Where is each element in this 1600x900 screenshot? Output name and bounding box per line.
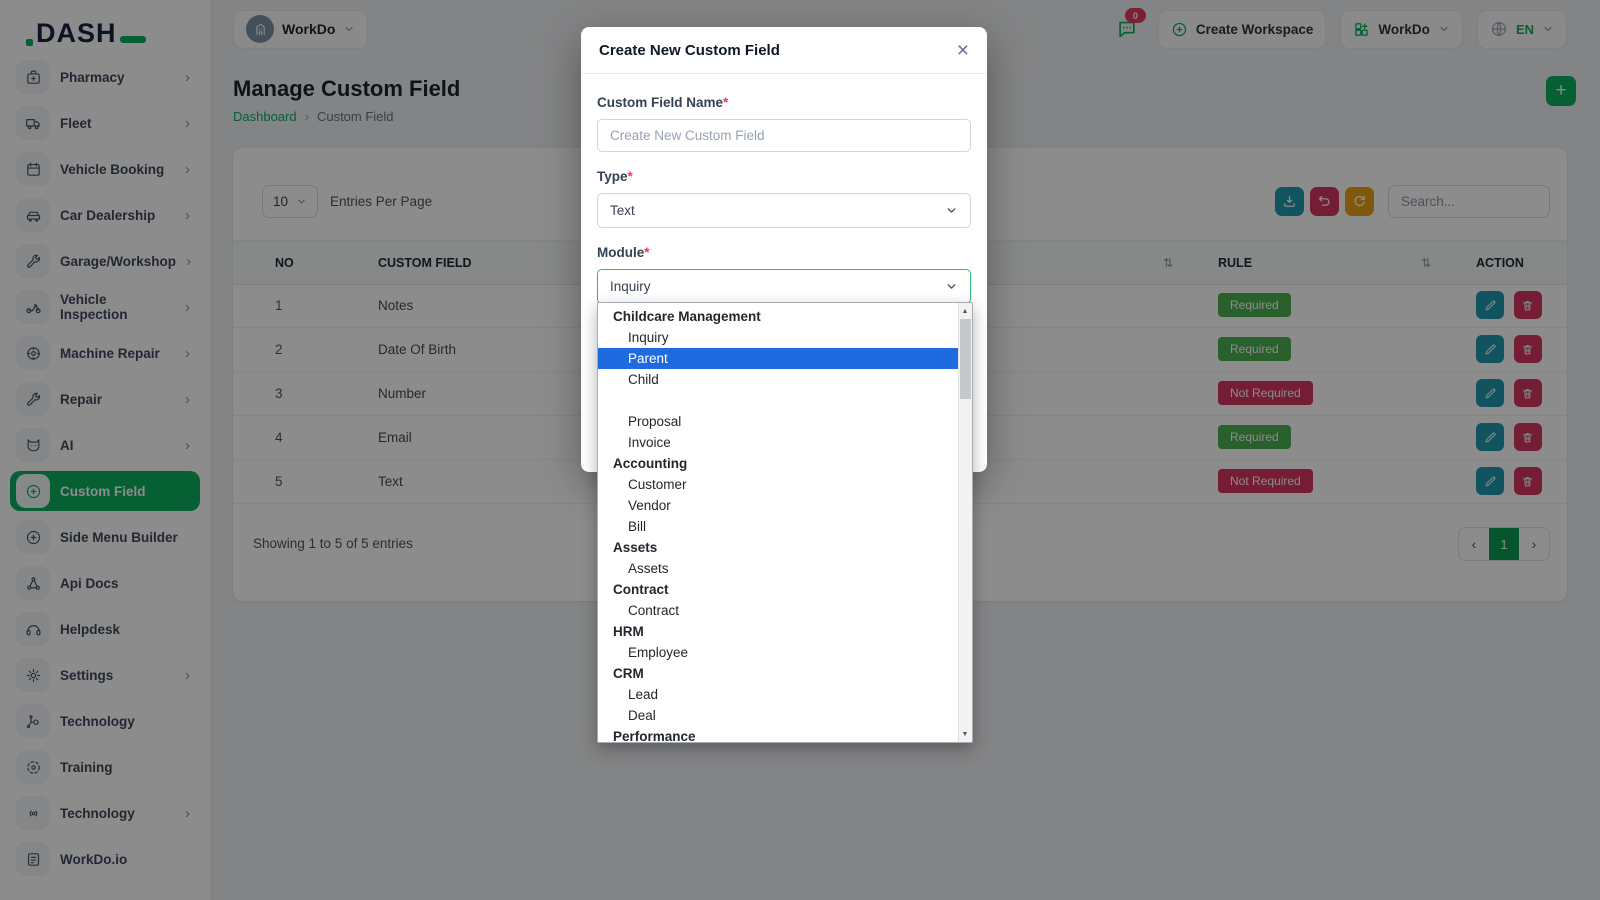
type-select[interactable]: Text: [597, 193, 971, 228]
module-group-header-contract: Contract: [613, 582, 669, 597]
module-option-lead[interactable]: Lead: [598, 684, 959, 705]
module-group-header-hrm: HRM: [613, 624, 644, 639]
required-asterisk: *: [723, 95, 729, 110]
module-group-header-blank: [598, 390, 959, 411]
module-group-header-performance: Performance: [613, 729, 696, 743]
module-select[interactable]: Inquiry: [597, 269, 971, 304]
module-option-customer[interactable]: Customer: [598, 474, 959, 495]
module-option-child[interactable]: Child: [598, 369, 959, 390]
type-label: Type*: [597, 169, 633, 184]
module-group-header-crm: CRM: [613, 666, 644, 681]
module-label: Module*: [597, 245, 650, 260]
module-select-value: Inquiry: [610, 279, 651, 294]
module-option-assets[interactable]: Assets: [598, 558, 959, 579]
dropdown-scrollbar[interactable]: ▲ ▼: [958, 303, 972, 742]
module-option-parent-selected[interactable]: Parent: [598, 348, 959, 369]
module-option-vendor[interactable]: Vendor: [598, 495, 959, 516]
modal-body: Custom Field Name* Type* Text Module* In…: [581, 74, 987, 304]
modal-header: Create New Custom Field ×: [581, 27, 987, 74]
module-option-proposal[interactable]: Proposal: [598, 411, 959, 432]
required-asterisk: *: [627, 169, 633, 184]
modal-title: Create New Custom Field: [599, 41, 780, 59]
scroll-up-arrow-icon[interactable]: ▲: [959, 304, 971, 318]
chevron-down-icon: [945, 280, 958, 293]
scrollbar-thumb[interactable]: [960, 319, 971, 399]
type-select-value: Text: [610, 203, 635, 218]
module-option-deal[interactable]: Deal: [598, 705, 959, 726]
module-group-header: Childcare Management: [613, 309, 761, 324]
module-option-invoice[interactable]: Invoice: [598, 432, 959, 453]
scroll-down-arrow-icon[interactable]: ▼: [959, 727, 971, 741]
custom-field-name-input[interactable]: [597, 119, 971, 152]
chevron-down-icon: [945, 204, 958, 217]
module-option-inquiry[interactable]: Inquiry: [598, 327, 959, 348]
module-option-contract[interactable]: Contract: [598, 600, 959, 621]
close-icon[interactable]: ×: [957, 40, 969, 61]
custom-field-name-label: Custom Field Name*: [597, 95, 729, 110]
module-option-bill[interactable]: Bill: [598, 516, 959, 537]
module-dropdown-options: Childcare Management Inquiry Parent Chil…: [598, 306, 959, 743]
required-asterisk: *: [644, 245, 650, 260]
module-dropdown-list: Childcare Management Inquiry Parent Chil…: [597, 302, 973, 743]
module-group-header-accounting: Accounting: [613, 456, 688, 471]
module-group-header-assets: Assets: [613, 540, 658, 555]
module-option-employee[interactable]: Employee: [598, 642, 959, 663]
